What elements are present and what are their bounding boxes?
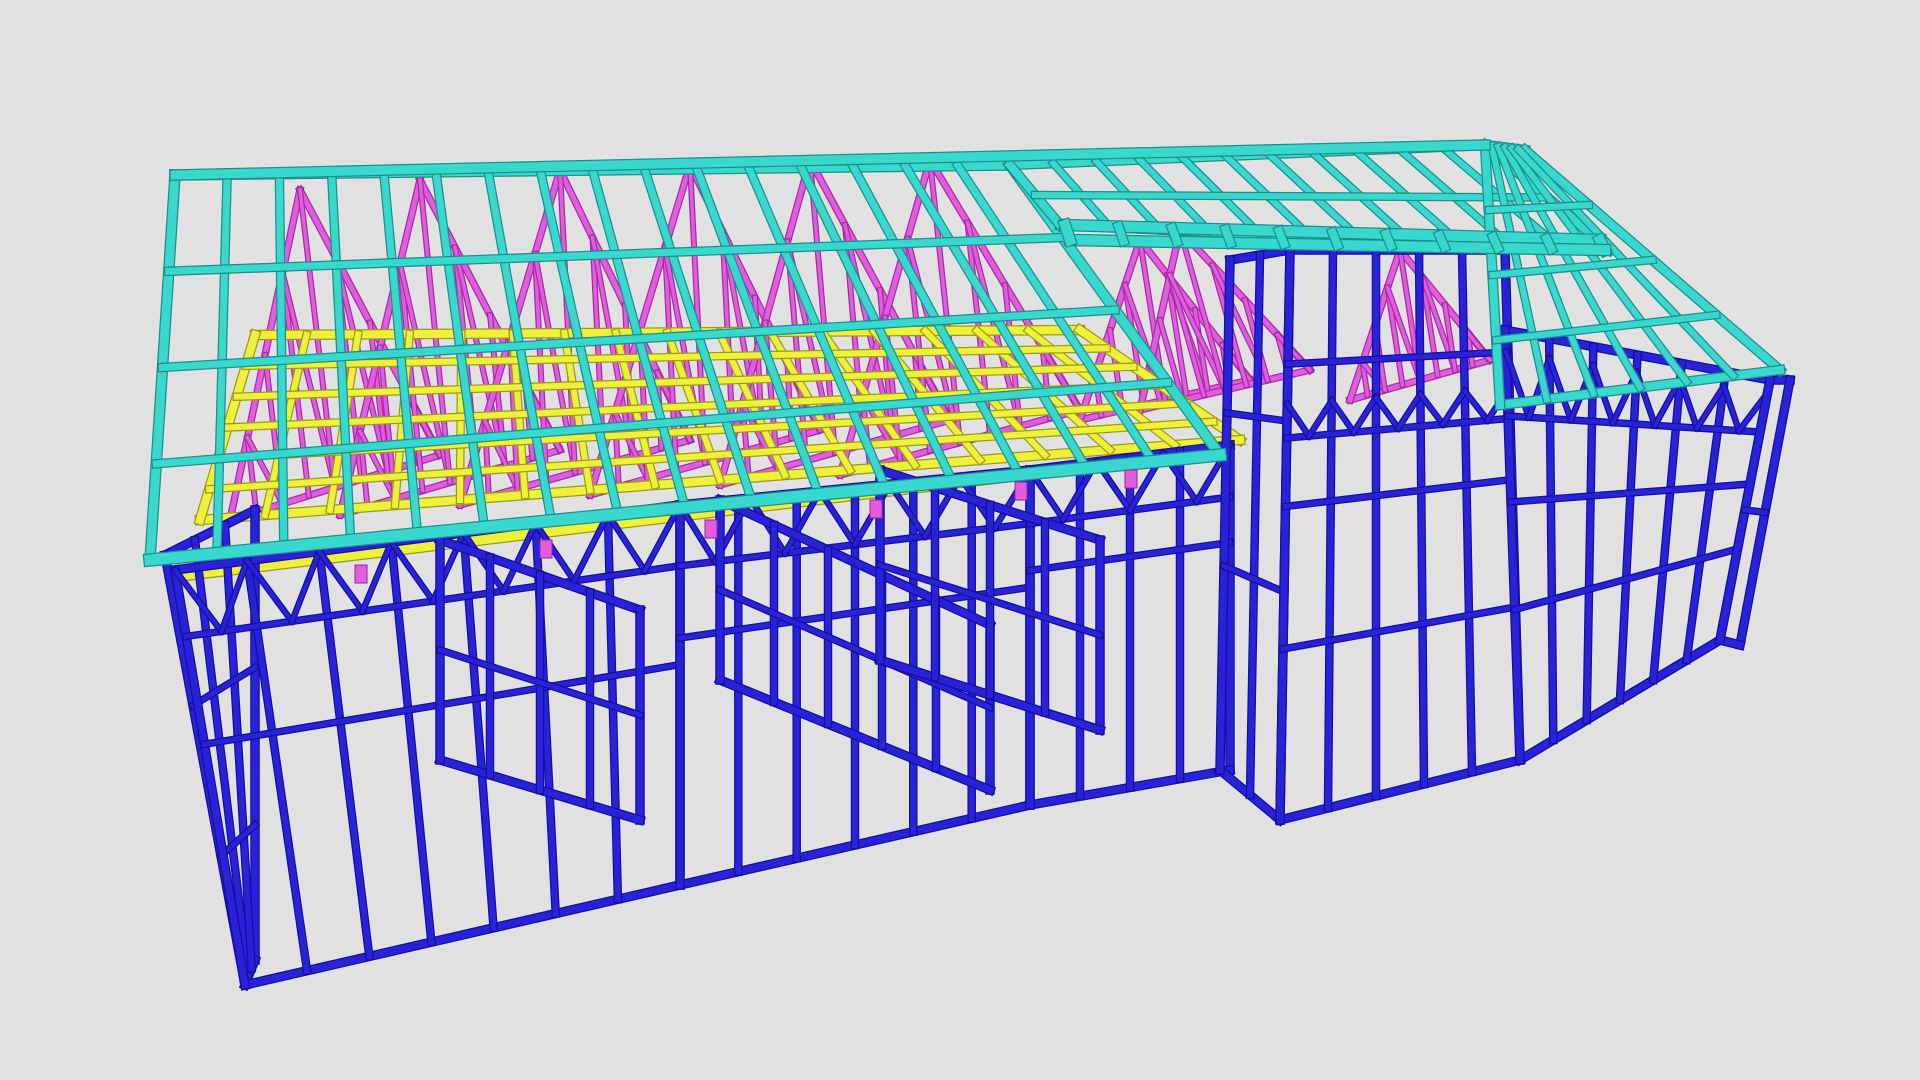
right-side-wall-stud bbox=[1650, 360, 1685, 684]
right-end-wall-nogging bbox=[1742, 507, 1768, 516]
truss-bracket-5 bbox=[1014, 481, 1028, 501]
bay-front-wall-plate bbox=[1275, 755, 1525, 825]
bay-roof-top-rafter bbox=[1273, 225, 1290, 250]
bay-roof-top-rafter bbox=[1327, 227, 1343, 251]
rear-roof-batten bbox=[1031, 191, 1551, 201]
bay-roof-top-rafter bbox=[1487, 231, 1504, 254]
right-side-wall-stud bbox=[1583, 343, 1597, 724]
3d-model-viewport[interactable] bbox=[0, 0, 1920, 1080]
truss-bracket-3 bbox=[704, 519, 718, 539]
left-end-wall-nogging bbox=[189, 664, 259, 709]
bay-front-wall-nogging bbox=[1282, 476, 1515, 510]
bay-roof-top-rafter bbox=[1166, 222, 1183, 248]
bay-roof-top-edge-member bbox=[1058, 218, 1077, 247]
bay-roof-top-rafter bbox=[1434, 230, 1450, 253]
truss-bracket-4 bbox=[869, 499, 883, 519]
bay-roof-top-rafter bbox=[1113, 221, 1129, 247]
truss-bracket-2 bbox=[539, 539, 553, 559]
truss-bracket-6 bbox=[1124, 469, 1138, 489]
truss-bracket-1 bbox=[354, 564, 368, 584]
bay-roof-top-rafter bbox=[1541, 233, 1557, 255]
bay-roof-top-rafter bbox=[1380, 228, 1397, 252]
bay-roof-top-rafter bbox=[1220, 224, 1236, 249]
steel-frame-house-model bbox=[142, 137, 1796, 992]
bay-front-wall-nogging bbox=[1280, 604, 1519, 652]
right-side-wall-web bbox=[1721, 383, 1742, 434]
